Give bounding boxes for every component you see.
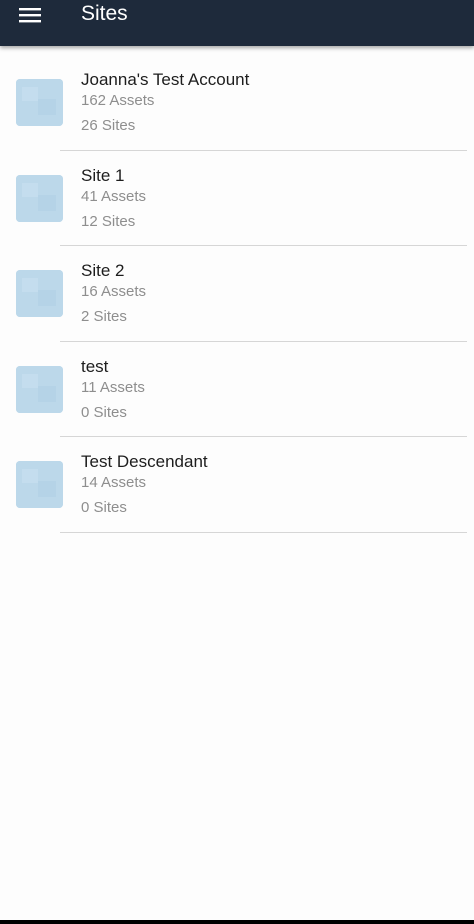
top-app-bar: Sites	[0, 0, 474, 46]
hamburger-menu-icon	[19, 7, 41, 23]
app-screen: Sites Joanna's Test Account 162 Assets 2…	[0, 0, 474, 924]
site-thumbnail	[16, 461, 63, 508]
site-thumbnail	[16, 79, 63, 126]
site-thumbnail	[16, 365, 63, 413]
site-name: Joanna's Test Account	[81, 70, 250, 89]
site-name: Test Descendant	[81, 452, 208, 471]
menu-button[interactable]	[12, 0, 48, 30]
list-item[interactable]: Site 1 41 Assets 12 Sites	[0, 151, 474, 246]
site-count: 0 Sites	[81, 403, 127, 421]
asset-count: 162 Assets	[81, 92, 155, 109]
site-name: test	[81, 356, 109, 376]
site-name: Site 2	[81, 261, 125, 280]
site-thumbnail	[16, 174, 63, 222]
page-title: Sites	[81, 2, 128, 25]
site-thumbnail	[16, 270, 63, 317]
site-count: 0 Sites	[81, 499, 127, 516]
list-item[interactable]: Test Descendant 14 Assets 0 Sites	[0, 437, 474, 533]
bottom-edge	[0, 920, 474, 924]
asset-count: 41 Assets	[81, 187, 147, 205]
list-item[interactable]: test 11 Assets 0 Sites	[0, 342, 474, 437]
asset-count: 11 Assets	[81, 378, 145, 396]
asset-count: 16 Assets	[81, 283, 147, 300]
list-item[interactable]: Joanna's Test Account 162 Assets 26 Site…	[0, 55, 474, 151]
site-count: 26 Sites	[81, 117, 136, 134]
site-name: Site 1	[81, 165, 125, 185]
site-count: 12 Sites	[81, 212, 136, 230]
asset-count: 14 Assets	[81, 474, 147, 491]
site-list: Joanna's Test Account 162 Assets 26 Site…	[0, 55, 474, 533]
site-count: 2 Sites	[81, 308, 127, 325]
list-item[interactable]: Site 2 16 Assets 2 Sites	[0, 246, 474, 342]
divider	[60, 531, 467, 533]
